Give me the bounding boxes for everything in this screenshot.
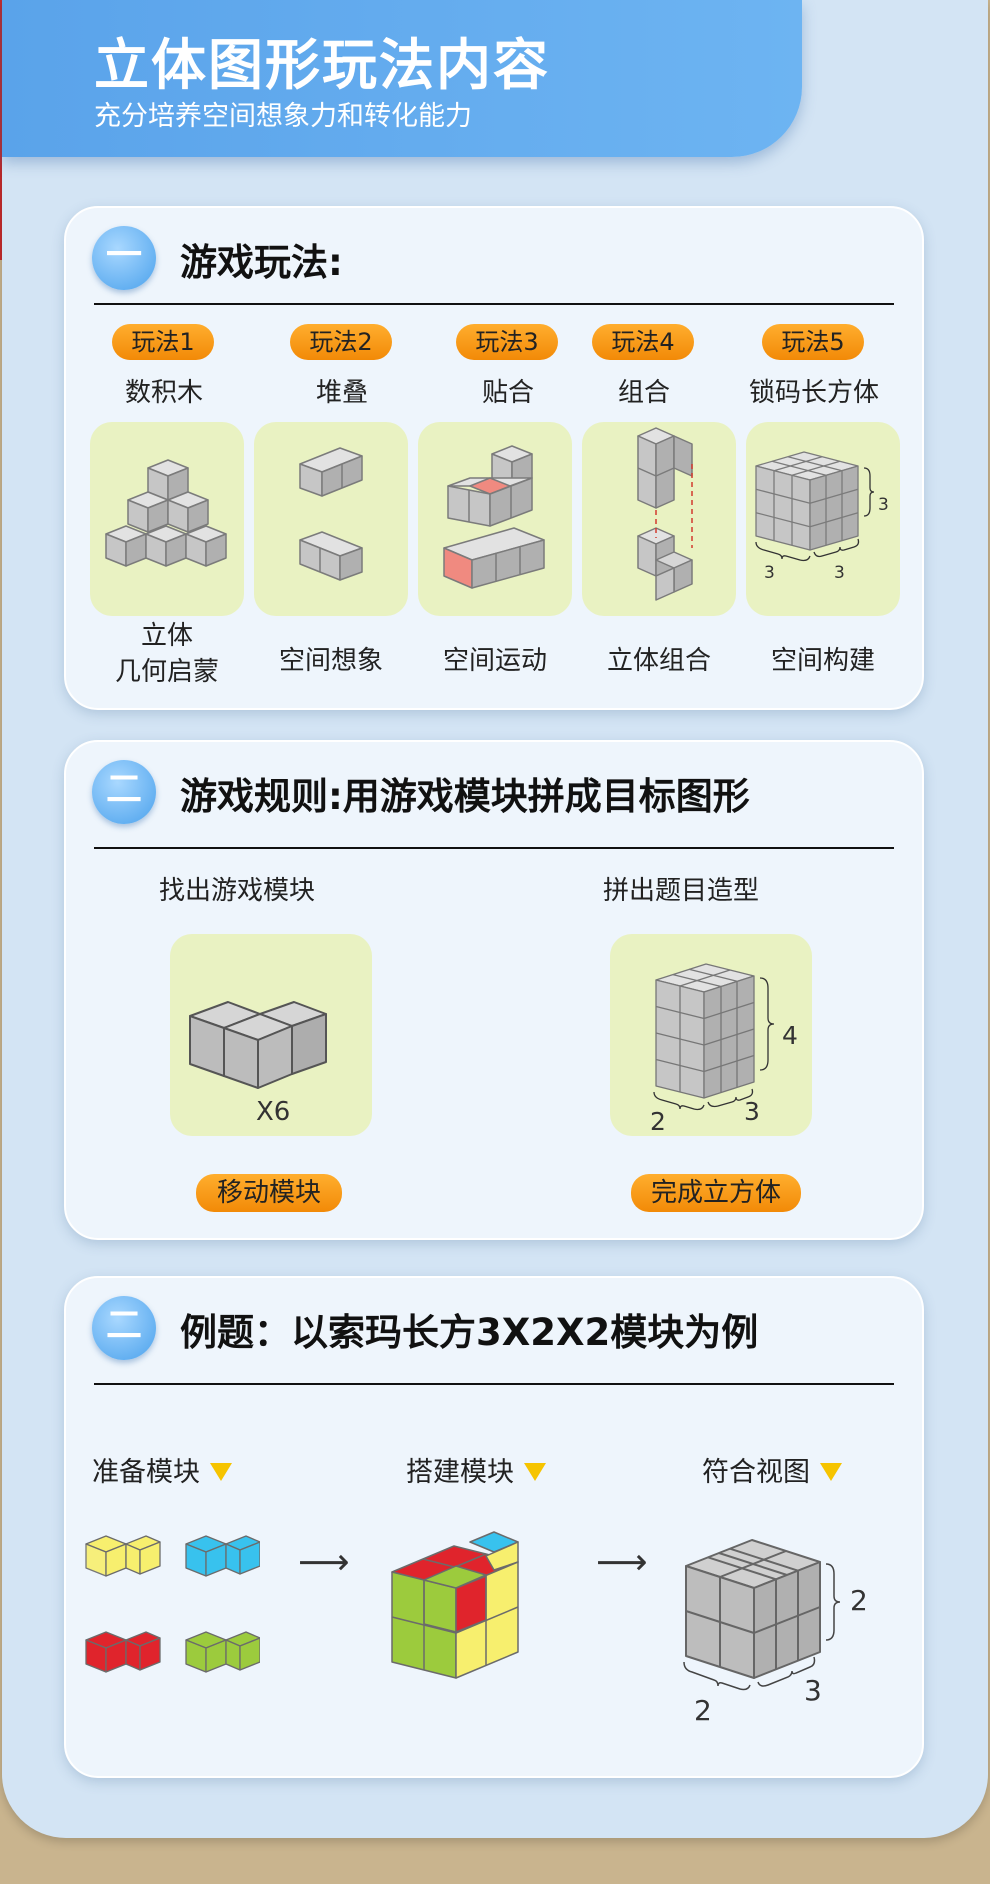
move-module-button[interactable]: 移动模块 [196,1174,342,1212]
dimension-label: 3 [834,563,845,583]
built-cuboid [386,1528,566,1708]
module-illustration: X6 [170,934,372,1136]
card-example: 二 例题：以索玛长方3X2X2模块为例 准备模块 搭建模块 符合视图 ⟶ ⟶ 2… [64,1276,924,1778]
card-rules: 二 游戏规则:用游戏模块拼成目标图形 找出游戏模块 拼出题目造型 X6 4 2 … [64,740,924,1240]
dimension-label: 4 [782,1021,798,1050]
mode-caption-1: 立体 几何启蒙 [114,621,219,687]
mode-tag-4: 玩法4 [592,324,694,360]
section-divider [94,303,894,305]
mode-tag-3: 玩法3 [456,324,558,360]
page-title: 立体图形玩法内容 [94,33,551,97]
mode-tag-1: 玩法1 [112,324,214,360]
section-number-badge: 一 [92,226,156,290]
mode-tag-2: 玩法2 [290,324,392,360]
section-title: 例题：以索玛长方3X2X2模块为例 [180,1311,759,1354]
mode-caption-4: 立体组合 [606,646,711,676]
target-view-cuboid: 2 2 3 [670,1528,880,1728]
illustration-count-cubes [90,422,244,616]
find-module-heading: 找出游戏模块 [158,876,315,906]
section-title: 游戏规则:用游戏模块拼成目标图形 [180,775,750,818]
dimension-label: 3 [804,1674,822,1707]
section-divider [94,1383,894,1385]
arrow-right-icon: ⟶ [596,1542,648,1583]
step-prepare-heading: 准备模块 [92,1450,232,1489]
mode-tag-5: 玩法5 [762,324,864,360]
module-count: X6 [256,1097,290,1127]
mode-caption-2: 空间想象 [278,646,383,676]
dimension-label: 2 [650,1107,666,1136]
section-number-badge: 二 [92,760,156,824]
dimension-label: 3 [878,495,889,515]
dimension-label: 2 [850,1584,868,1617]
complete-cube-button[interactable]: 完成立方体 [631,1174,801,1212]
mode-caption-5: 空间构建 [770,646,875,676]
section-number-badge: 二 [92,1296,156,1360]
section-divider [94,847,894,849]
dimension-label: 3 [744,1097,760,1126]
mode-name-3: 贴合 [481,378,534,408]
colored-pieces [80,1518,260,1698]
mode-name-2: 堆叠 [315,378,368,408]
target-shape-illustration: 4 2 3 [610,934,812,1136]
step-build-heading: 搭建模块 [406,1450,546,1489]
illustration-stacking [254,422,408,616]
page-subtitle: 充分培养空间想象力和转化能力 [94,101,472,132]
dimension-label: 3 [764,563,775,583]
down-triangle-icon [524,1462,546,1481]
arrow-right-icon: ⟶ [298,1542,350,1583]
mode-name-4: 组合 [617,378,670,408]
mode-caption-3: 空间运动 [442,646,547,676]
dimension-label: 2 [694,1694,712,1727]
title-banner: 立体图形玩法内容 充分培养空间想象力和转化能力 [2,0,802,157]
card-gameplay: 一 游戏玩法: 玩法1 玩法2 玩法3 玩法4 玩法5 数积木 堆叠 贴合 组合… [64,206,924,710]
mode-name-1: 数积木 [124,378,203,408]
build-shape-heading: 拼出题目造型 [602,876,759,906]
illustration-fitting [418,422,572,616]
down-triangle-icon [210,1462,232,1481]
illustration-combining [582,422,736,616]
mode-name-5: 锁码长方体 [748,378,879,408]
section-title: 游戏玩法: [180,241,343,284]
illustration-lock-cuboid: 3 3 3 [746,422,900,616]
step-view-heading: 符合视图 [702,1450,842,1489]
down-triangle-icon [820,1462,842,1481]
